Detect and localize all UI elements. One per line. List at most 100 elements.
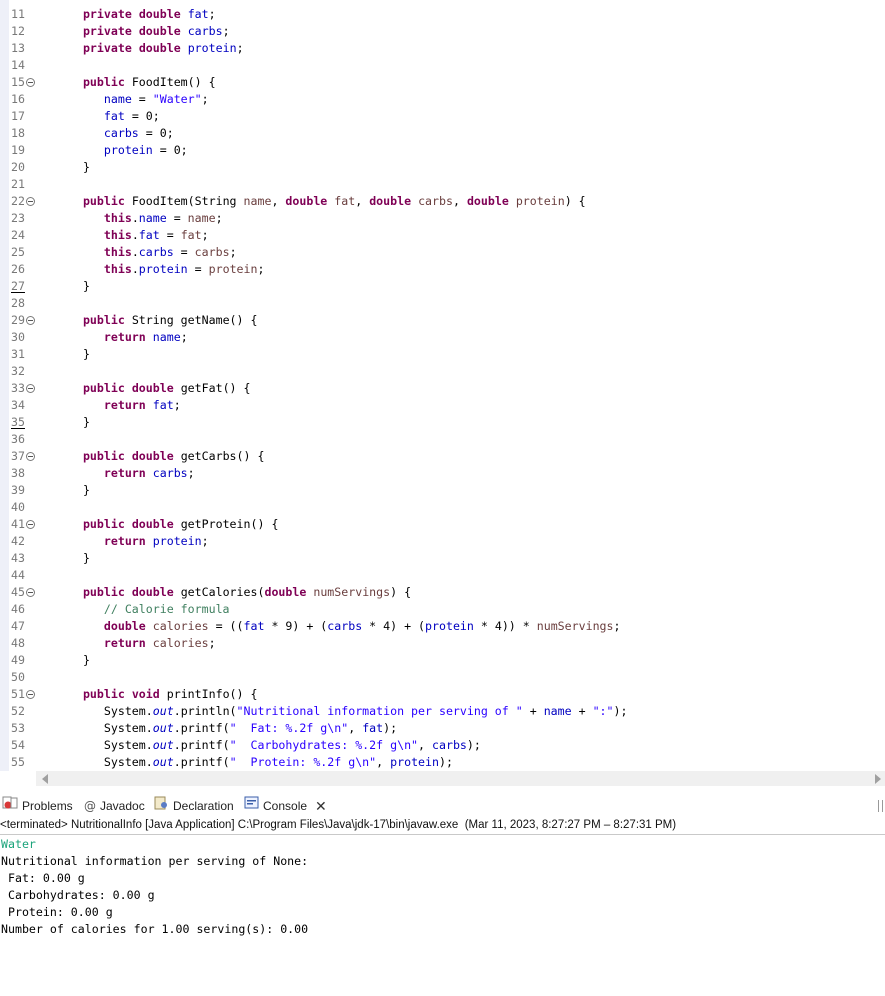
code-token: public (82, 381, 125, 395)
line-number: 16 (11, 92, 25, 106)
code-line[interactable]: 42 return protein; (0, 533, 885, 550)
code-token: } (82, 160, 90, 174)
code-text: public double getCalories(double numServ… (62, 584, 411, 601)
code-line[interactable]: 12 private double carbs; (0, 23, 885, 40)
tab-declaration[interactable]: Declaration (154, 795, 234, 817)
code-line[interactable]: 16 name = "Water"; (0, 91, 885, 108)
code-line[interactable]: 25 this.carbs = carbs; (0, 244, 885, 261)
code-line[interactable]: 36 (0, 431, 885, 448)
collapse-fold-icon[interactable] (26, 520, 35, 529)
code-line[interactable]: 43 } (0, 550, 885, 567)
code-line[interactable]: 34 return fat; (0, 397, 885, 414)
code-line[interactable]: 20 } (0, 159, 885, 176)
code-token: public (82, 517, 125, 531)
code-line[interactable]: 39 } (0, 482, 885, 499)
horizontal-scrollbar[interactable] (36, 771, 885, 786)
collapse-fold-icon[interactable] (26, 197, 35, 206)
scroll-left-icon[interactable] (42, 774, 48, 784)
line-number: 42 (11, 534, 25, 548)
code-token: } (82, 653, 90, 667)
collapse-fold-icon[interactable] (26, 384, 35, 393)
line-number: 48 (11, 636, 25, 650)
code-token: System. (103, 721, 153, 735)
tab-console[interactable]: Console ✕ (244, 795, 327, 817)
code-token: = 0; (138, 126, 174, 140)
code-line[interactable]: 33 public double getFat() { (0, 380, 885, 397)
code-line[interactable]: 23 this.name = name; (0, 210, 885, 227)
code-token: name (243, 194, 272, 208)
code-token: protein (103, 143, 153, 157)
console-icon (244, 795, 259, 817)
code-line[interactable]: 27 } (0, 278, 885, 295)
code-line[interactable]: 53 System.out.printf(" Fat: %.2f g\n", f… (0, 720, 885, 737)
code-line[interactable]: 35 } (0, 414, 885, 431)
code-line[interactable]: 54 System.out.printf(" Carbohydrates: %.… (0, 737, 885, 754)
code-line[interactable]: 32 (0, 363, 885, 380)
code-line[interactable]: 15 public FoodItem() { (0, 74, 885, 91)
code-line[interactable]: 21 (0, 176, 885, 193)
code-line[interactable]: 44 (0, 567, 885, 584)
code-line[interactable]: 40 (0, 499, 885, 516)
code-token: void (131, 687, 160, 701)
console-output-line: Nutritional information per serving of N… (1, 854, 309, 868)
collapse-fold-icon[interactable] (26, 78, 35, 87)
line-number: 23 (11, 211, 25, 225)
code-line[interactable]: 22 public FoodItem(String name, double f… (0, 193, 885, 210)
collapse-fold-icon[interactable] (26, 690, 35, 699)
code-line[interactable]: 24 this.fat = fat; (0, 227, 885, 244)
code-token: out (152, 755, 174, 769)
code-text: this.protein = protein; (62, 261, 265, 278)
close-icon[interactable]: ✕ (315, 795, 327, 817)
tab-problems[interactable]: Problems (2, 795, 73, 817)
code-line[interactable]: 55 System.out.printf(" Protein: %.2f g\n… (0, 754, 885, 771)
tab-javadoc[interactable]: @ Javadoc (84, 795, 145, 817)
code-token: numServings (313, 585, 391, 599)
code-line[interactable]: 46 // Calorie formula (0, 601, 885, 618)
code-token: name (543, 704, 572, 718)
collapse-fold-icon[interactable] (26, 316, 35, 325)
code-line[interactable]: 28 (0, 295, 885, 312)
code-token: double (103, 619, 146, 633)
code-token: + (571, 704, 593, 718)
code-line[interactable]: 13 private double protein; (0, 40, 885, 57)
code-token: " Fat: %.2f g\n" (229, 721, 349, 735)
code-line[interactable]: 38 return carbs; (0, 465, 885, 482)
code-line[interactable]: 47 double calories = ((fat * 9) + (carbs… (0, 618, 885, 635)
code-line[interactable]: 48 return calories; (0, 635, 885, 652)
view-menu-icon[interactable] (878, 800, 883, 812)
code-token: return (103, 534, 146, 548)
code-line[interactable]: 17 fat = 0; (0, 108, 885, 125)
tab-label: Problems (22, 799, 73, 813)
code-line[interactable]: 11 private double fat; (0, 6, 885, 23)
code-line[interactable]: 49 } (0, 652, 885, 669)
code-line[interactable]: 51 public void printInfo() { (0, 686, 885, 703)
collapse-fold-icon[interactable] (26, 452, 35, 461)
code-token: + (522, 704, 544, 718)
code-line[interactable]: 18 carbs = 0; (0, 125, 885, 142)
code-token: public (82, 75, 125, 89)
code-line[interactable]: 30 return name; (0, 329, 885, 346)
collapse-fold-icon[interactable] (26, 588, 35, 597)
code-line[interactable]: 45 public double getCalories(double numS… (0, 584, 885, 601)
code-line[interactable]: 50 (0, 669, 885, 686)
code-line[interactable]: 31 } (0, 346, 885, 363)
code-text: carbs = 0; (62, 125, 174, 142)
scroll-right-icon[interactable] (875, 774, 881, 784)
code-line[interactable]: 52 System.out.println("Nutritional infor… (0, 703, 885, 720)
code-token: = (159, 228, 181, 242)
code-editor[interactable]: 11 private double fat; 12 private double … (0, 0, 885, 771)
code-line[interactable]: 29 public String getName() { (0, 312, 885, 329)
console-output[interactable]: Water Nutritional information per serving… (0, 835, 885, 996)
views-tab-bar: Problems @ Javadoc Declaration Console ✕ (0, 795, 885, 817)
code-line[interactable]: 26 this.protein = protein; (0, 261, 885, 278)
code-line[interactable]: 37 public double getCarbs() { (0, 448, 885, 465)
code-line[interactable]: 41 public double getProtein() { (0, 516, 885, 533)
code-line[interactable]: 19 protein = 0; (0, 142, 885, 159)
code-line[interactable]: 14 (0, 57, 885, 74)
